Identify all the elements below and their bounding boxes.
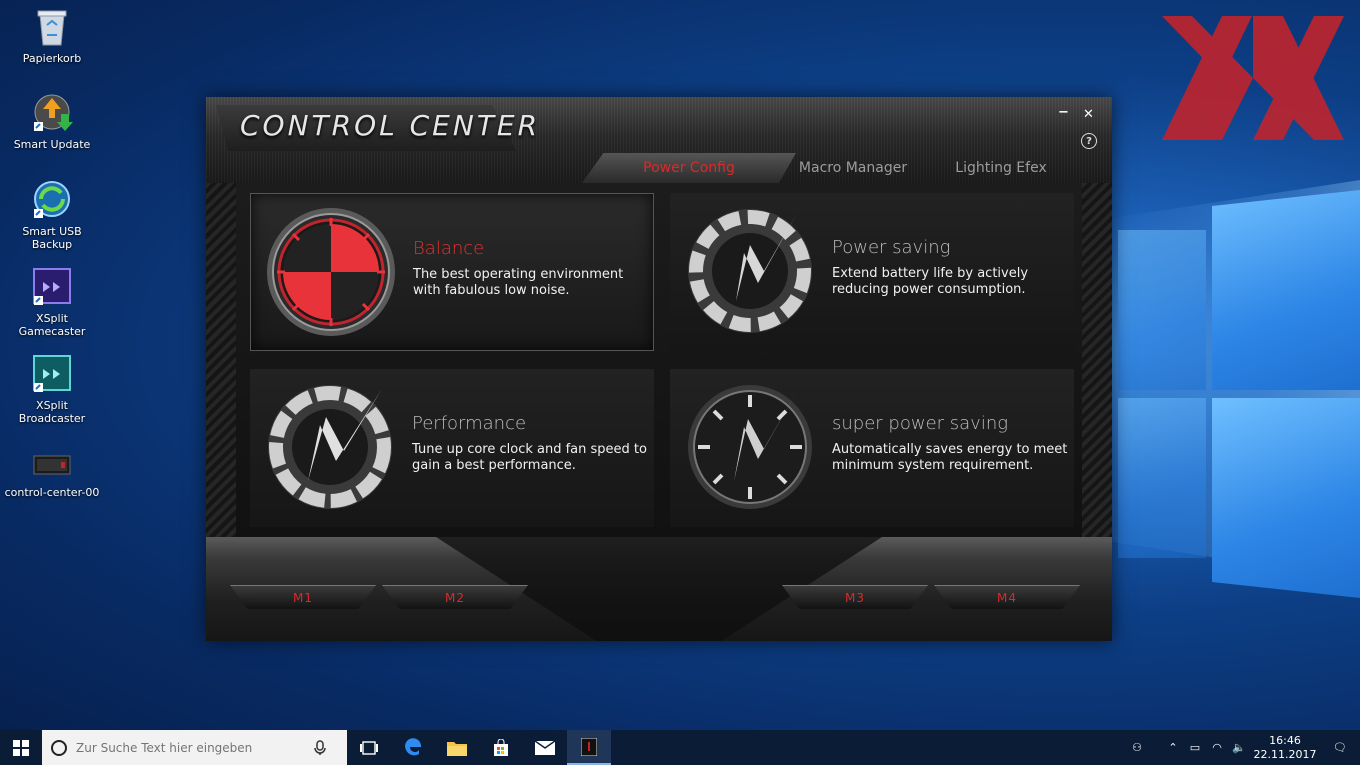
windows-logo-pane xyxy=(1212,398,1360,598)
desktop-icon-recycle-bin[interactable]: Papierkorb xyxy=(4,6,100,65)
clock[interactable]: 16:46 22.11.2017 xyxy=(1250,734,1320,762)
tab-lighting-efex[interactable]: Lighting Efex xyxy=(928,153,1074,183)
system-tray: ⚇ ⌃ ▭ ◠ 🔈 16:46 22.11.2017 🗨 xyxy=(1126,730,1360,765)
left-side-bar xyxy=(206,183,236,537)
cortana-icon xyxy=(51,739,67,756)
tab-macro-manager[interactable]: Macro Manager xyxy=(778,153,928,183)
clock-time: 16:46 xyxy=(1269,733,1301,747)
desktop-icon-control-center[interactable]: control-center-00 xyxy=(4,440,100,499)
watermark-logo xyxy=(1162,16,1344,140)
volume-icon[interactable]: 🔈 xyxy=(1228,741,1250,754)
window-header: CONTROL CENTER − ✕ ? Power Config Macro … xyxy=(206,97,1112,183)
task-view-button[interactable] xyxy=(347,730,391,765)
xsplit-gamecaster-icon xyxy=(31,266,73,308)
power-config-panel: Balance The best operating environment w… xyxy=(206,183,1112,537)
tab-power-config[interactable]: Power Config xyxy=(582,153,796,183)
wifi-icon[interactable]: ◠ xyxy=(1206,741,1228,754)
usb-backup-icon xyxy=(31,179,73,221)
mode-description: Tune up core clock and fan speed to gain… xyxy=(412,442,647,473)
tab-bar: Power Config Macro Manager Lighting Efex xyxy=(582,153,1112,183)
recycle-bin-icon xyxy=(31,6,73,48)
macro-button-m3[interactable]: M3 xyxy=(782,585,928,609)
close-button[interactable]: ✕ xyxy=(1083,107,1094,122)
control-center-taskbar-button[interactable] xyxy=(567,730,611,765)
mode-card-power-saving[interactable]: Power saving Extend battery life by acti… xyxy=(670,193,1074,351)
notifications-icon[interactable]: 🗨 xyxy=(1320,741,1360,754)
windows-logo-pane xyxy=(1118,230,1206,390)
store-icon xyxy=(494,738,508,756)
clock-date: 22.11.2017 xyxy=(1253,747,1317,761)
help-button[interactable]: ? xyxy=(1081,133,1097,149)
store-button[interactable] xyxy=(479,730,523,765)
start-button[interactable] xyxy=(0,730,42,765)
macro-button-m2[interactable]: M2 xyxy=(382,585,528,609)
file-explorer-button[interactable] xyxy=(435,730,479,765)
mode-card-super-power-saving[interactable]: super power saving Automatically saves e… xyxy=(670,369,1074,527)
mode-title: Balance xyxy=(413,238,485,259)
search-box[interactable] xyxy=(42,730,347,765)
mode-title: Power saving xyxy=(832,237,951,258)
mode-description: Extend battery life by actively reducing… xyxy=(832,266,1029,297)
control-center-window: CONTROL CENTER − ✕ ? Power Config Macro … xyxy=(206,97,1112,641)
power-saving-gauge-icon xyxy=(688,209,812,333)
balance-gauge-icon xyxy=(267,208,395,336)
mode-description: Automatically saves energy to meet minim… xyxy=(832,442,1068,473)
mail-icon xyxy=(535,740,555,755)
people-icon[interactable]: ⚇ xyxy=(1126,741,1148,754)
right-side-bar xyxy=(1082,183,1112,537)
microphone-icon[interactable] xyxy=(314,739,326,756)
desktop-icon-xsplit-gamecaster[interactable]: XSplit Gamecaster xyxy=(4,266,100,338)
macro-button-m4[interactable]: M4 xyxy=(934,585,1080,609)
mail-button[interactable] xyxy=(523,730,567,765)
windows-logo-pane xyxy=(1118,398,1206,558)
windows-logo-icon xyxy=(13,739,29,756)
xsplit-broadcaster-icon xyxy=(31,353,73,395)
desktop-icon-smart-usb-backup[interactable]: Smart USB Backup xyxy=(4,179,100,251)
smart-update-icon xyxy=(31,92,73,134)
chevron-up-icon[interactable]: ⌃ xyxy=(1162,741,1184,754)
mode-description: The best operating environment with fabu… xyxy=(413,267,624,298)
app-title: CONTROL CENTER xyxy=(240,109,541,142)
macro-button-m1[interactable]: M1 xyxy=(230,585,376,609)
minimize-button[interactable]: − xyxy=(1058,105,1069,120)
task-view-icon xyxy=(360,740,378,755)
control-center-file-icon xyxy=(31,440,73,482)
mode-title: Performance xyxy=(412,413,527,434)
macro-footer: M1 M2 M3 M4 xyxy=(206,537,1112,641)
super-power-saving-gauge-icon xyxy=(688,385,812,509)
windows-logo-pane xyxy=(1212,190,1360,390)
mode-card-performance[interactable]: Performance Tune up core clock and fan s… xyxy=(250,369,654,527)
mode-title: super power saving xyxy=(832,413,1009,434)
search-input[interactable] xyxy=(76,740,314,755)
mode-card-balance[interactable]: Balance The best operating environment w… xyxy=(250,193,654,351)
edge-browser-button[interactable] xyxy=(391,730,435,765)
folder-icon xyxy=(447,741,467,756)
performance-gauge-icon xyxy=(268,385,392,509)
battery-icon[interactable]: ▭ xyxy=(1184,741,1206,754)
control-center-app-icon xyxy=(581,737,597,756)
edge-icon xyxy=(405,737,422,755)
desktop-icon-xsplit-broadcaster[interactable]: XSplit Broadcaster xyxy=(4,353,100,425)
taskbar: ⚇ ⌃ ▭ ◠ 🔈 16:46 22.11.2017 🗨 xyxy=(0,730,1360,765)
desktop-icon-smart-update[interactable]: Smart Update xyxy=(4,92,100,151)
